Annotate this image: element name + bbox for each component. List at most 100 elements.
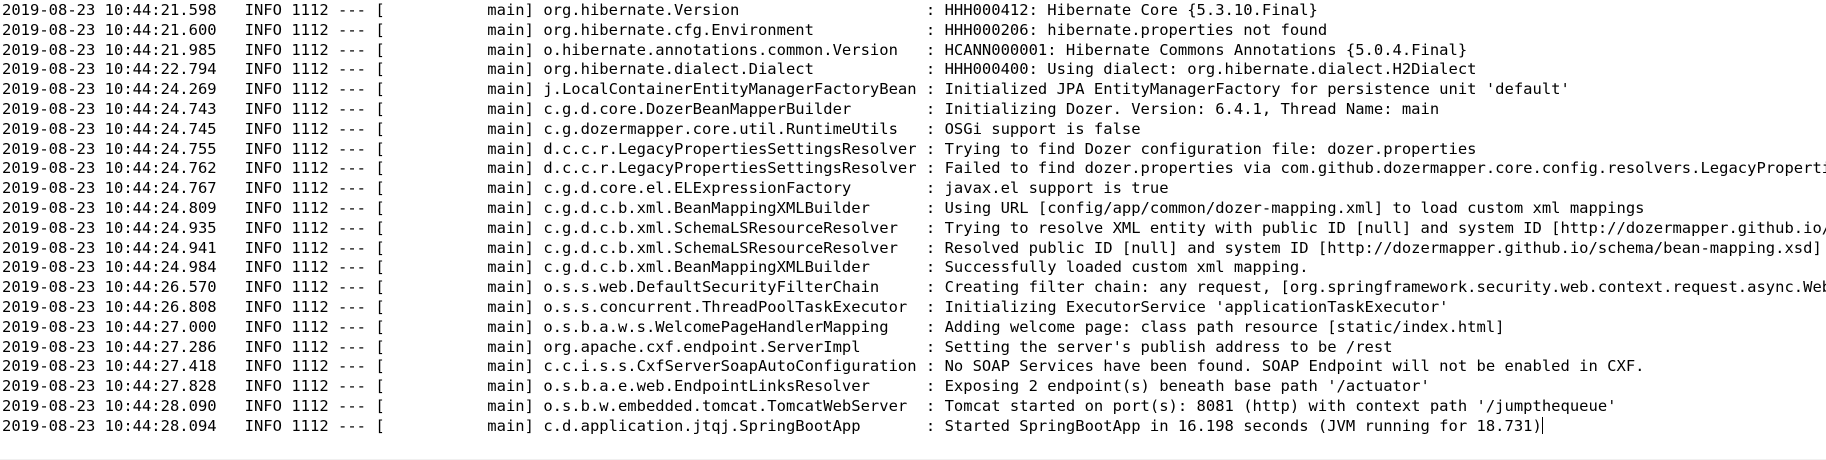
log-line: 2019-08-23 10:44:27.286 INFO 1112 --- [ … xyxy=(2,337,1393,356)
log-logger: o.s.b.a.w.s.WelcomePageHandlerMapping xyxy=(543,317,917,336)
log-line: 2019-08-23 10:44:28.094 INFO 1112 --- [ … xyxy=(2,416,1543,435)
log-message: javax.el support is true xyxy=(944,179,1169,198)
log-logger: org.hibernate.Version xyxy=(543,1,917,19)
log-thread: main xyxy=(384,396,525,415)
log-level: INFO xyxy=(235,297,282,316)
log-message: Initialized JPA EntityManagerFactory for… xyxy=(944,80,1570,99)
log-pid: 1112 xyxy=(291,1,329,19)
log-message: HHH000206: hibernate.properties not foun… xyxy=(944,20,1328,39)
log-timestamp: 2019-08-23 10:44:22.794 xyxy=(2,60,217,79)
log-line: 2019-08-23 10:44:26.570 INFO 1112 --- [ … xyxy=(2,278,1826,298)
log-pid: 1112 xyxy=(291,317,329,336)
log-pid: 1112 xyxy=(291,139,329,158)
log-logger: j.LocalContainerEntityManagerFactoryBean xyxy=(543,80,917,99)
log-message: Failed to find dozer.properties via com.… xyxy=(944,159,1826,178)
log-pid: 1112 xyxy=(291,119,329,138)
log-timestamp: 2019-08-23 10:44:24.762 xyxy=(2,159,217,178)
log-level: INFO xyxy=(235,60,282,79)
log-pid: 1112 xyxy=(291,357,329,376)
log-level: INFO xyxy=(235,198,282,217)
log-timestamp: 2019-08-23 10:44:24.984 xyxy=(2,258,217,277)
log-level: INFO xyxy=(235,258,282,277)
log-thread: main xyxy=(384,179,525,198)
log-level: INFO xyxy=(235,377,282,396)
log-logger: org.hibernate.dialect.Dialect xyxy=(543,60,917,79)
log-timestamp: 2019-08-23 10:44:27.000 xyxy=(2,317,217,336)
log-pid: 1112 xyxy=(291,416,329,435)
log-pid: 1112 xyxy=(291,159,329,178)
log-message: HCANN000001: Hibernate Commons Annotatio… xyxy=(944,40,1468,59)
log-thread: main xyxy=(384,218,525,237)
log-line: 2019-08-23 10:44:24.984 INFO 1112 --- [ … xyxy=(2,258,1309,277)
log-line: 2019-08-23 10:44:24.809 INFO 1112 --- [ … xyxy=(2,198,1645,217)
log-line: 2019-08-23 10:44:24.767 INFO 1112 --- [ … xyxy=(2,179,1169,198)
log-logger: c.g.d.c.b.xml.BeanMappingXMLBuilder xyxy=(543,258,917,277)
log-line: 2019-08-23 10:44:24.941 INFO 1112 --- [ … xyxy=(2,238,1822,257)
log-timestamp: 2019-08-23 10:44:27.418 xyxy=(2,357,217,376)
log-thread: main xyxy=(384,238,525,257)
log-timestamp: 2019-08-23 10:44:24.755 xyxy=(2,139,217,158)
log-line: 2019-08-23 10:44:24.269 INFO 1112 --- [ … xyxy=(2,80,1570,99)
log-message: Resolved public ID [null] and system ID … xyxy=(944,238,1822,257)
log-level: INFO xyxy=(235,278,282,297)
log-thread: main xyxy=(384,40,525,59)
log-timestamp: 2019-08-23 10:44:24.941 xyxy=(2,238,217,257)
log-message: Trying to find Dozer configuration file:… xyxy=(944,139,1477,158)
log-timestamp: 2019-08-23 10:44:24.767 xyxy=(2,179,217,198)
log-line: 2019-08-23 10:44:22.794 INFO 1112 --- [ … xyxy=(2,60,1477,79)
log-level: INFO xyxy=(235,317,282,336)
log-pid: 1112 xyxy=(291,20,329,39)
log-level: INFO xyxy=(235,218,282,237)
log-timestamp: 2019-08-23 10:44:24.269 xyxy=(2,80,217,99)
log-level: INFO xyxy=(235,99,282,118)
log-thread: main xyxy=(384,99,525,118)
log-level: INFO xyxy=(235,179,282,198)
log-pid: 1112 xyxy=(291,80,329,99)
log-message: Adding welcome page: class path resource… xyxy=(944,317,1505,336)
log-timestamp: 2019-08-23 10:44:21.598 xyxy=(2,1,217,19)
log-thread: main xyxy=(384,119,525,138)
log-timestamp: 2019-08-23 10:44:26.570 xyxy=(2,278,217,297)
console-output[interactable]: 2019-08-23 10:44:21.598 INFO 1112 --- [ … xyxy=(0,0,1826,460)
log-pid: 1112 xyxy=(291,396,329,415)
log-pid: 1112 xyxy=(291,40,329,59)
log-level: INFO xyxy=(235,40,282,59)
log-logger: d.c.c.r.LegacyPropertiesSettingsResolver xyxy=(543,159,917,178)
log-pid: 1112 xyxy=(291,179,329,198)
log-message: Exposing 2 endpoint(s) beneath base path… xyxy=(944,377,1430,396)
log-logger: c.g.d.core.el.ELExpressionFactory xyxy=(543,179,917,198)
log-pid: 1112 xyxy=(291,377,329,396)
log-line: 2019-08-23 10:44:24.755 INFO 1112 --- [ … xyxy=(2,139,1477,158)
log-logger: o.s.s.concurrent.ThreadPoolTaskExecutor xyxy=(543,297,917,316)
log-logger: c.c.i.s.s.CxfServerSoapAutoConfiguration xyxy=(543,357,917,376)
log-message: HHH000400: Using dialect: org.hibernate.… xyxy=(944,60,1477,79)
log-line: 2019-08-23 10:44:21.600 INFO 1112 --- [ … xyxy=(2,20,1328,39)
log-logger: o.s.s.web.DefaultSecurityFilterChain xyxy=(543,278,917,297)
log-lines: 2019-08-23 10:44:21.598 INFO 1112 --- [ … xyxy=(2,1,1826,437)
log-level: INFO xyxy=(235,416,282,435)
log-message: Started SpringBootApp in 16.198 seconds … xyxy=(944,416,1542,435)
log-timestamp: 2019-08-23 10:44:27.286 xyxy=(2,337,217,356)
log-thread: main xyxy=(384,198,525,217)
log-line: 2019-08-23 10:44:27.828 INFO 1112 --- [ … xyxy=(2,377,1430,396)
log-thread: main xyxy=(384,80,525,99)
log-level: INFO xyxy=(235,80,282,99)
log-logger: org.hibernate.cfg.Environment xyxy=(543,20,917,39)
log-logger: o.s.b.a.e.web.EndpointLinksResolver xyxy=(543,377,917,396)
log-pid: 1112 xyxy=(291,218,329,237)
log-logger: org.apache.cxf.endpoint.ServerImpl xyxy=(543,337,917,356)
log-pid: 1112 xyxy=(291,258,329,277)
log-level: INFO xyxy=(235,337,282,356)
log-logger: c.g.dozermapper.core.util.RuntimeUtils xyxy=(543,119,917,138)
log-thread: main xyxy=(384,297,525,316)
log-level: INFO xyxy=(235,159,282,178)
log-message: Initializing Dozer. Version: 6.4.1, Thre… xyxy=(944,99,1440,118)
log-thread: main xyxy=(384,357,525,376)
log-timestamp: 2019-08-23 10:44:24.743 xyxy=(2,99,217,118)
log-line: 2019-08-23 10:44:24.743 INFO 1112 --- [ … xyxy=(2,99,1440,118)
log-message: OSGi support is false xyxy=(944,119,1141,138)
log-logger: o.hibernate.annotations.common.Version xyxy=(543,40,917,59)
log-timestamp: 2019-08-23 10:44:24.809 xyxy=(2,198,217,217)
log-logger: c.g.d.c.b.xml.SchemaLSResourceResolver xyxy=(543,218,917,237)
log-logger: o.s.b.w.embedded.tomcat.TomcatWebServer xyxy=(543,396,917,415)
